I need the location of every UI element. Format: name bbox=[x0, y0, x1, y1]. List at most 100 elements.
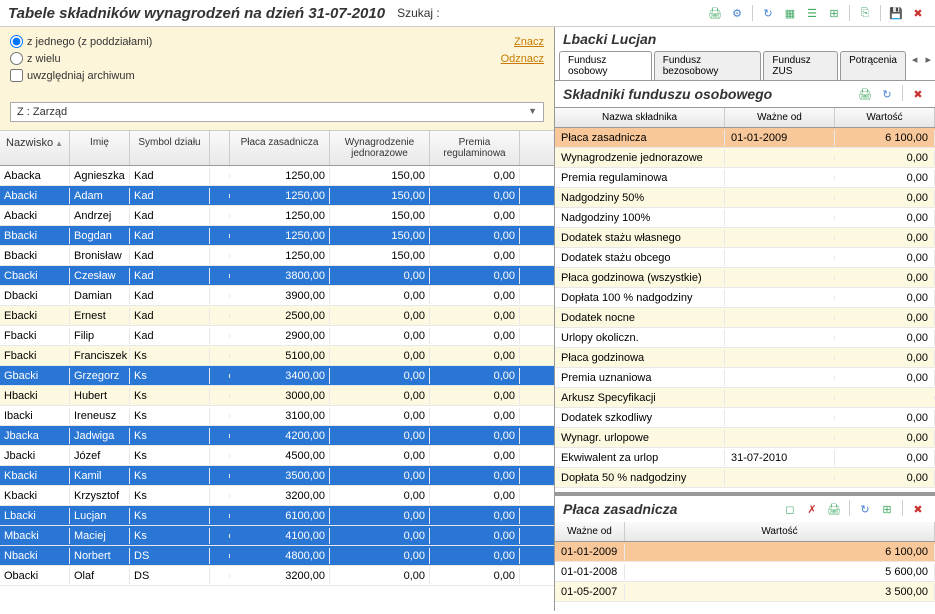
col-comp-value[interactable]: Wartość bbox=[835, 108, 935, 127]
detail-header: Ważne od Wartość bbox=[555, 522, 935, 542]
detail-row[interactable]: 01-05-20073 500,00 bbox=[555, 582, 935, 602]
print-icon[interactable]: 🖨 bbox=[706, 4, 724, 22]
print-icon[interactable]: 🖨 bbox=[856, 85, 874, 103]
grid-icon[interactable]: ▦ bbox=[781, 4, 799, 22]
component-row[interactable]: Płaca zasadnicza01-01-20096 100,00 bbox=[555, 128, 935, 148]
component-row[interactable]: Ekwiwalent za urlop31-07-20100,00 bbox=[555, 448, 935, 468]
table-row[interactable]: FbackiFilipKad2900,000,000,00 bbox=[0, 326, 554, 346]
tabs: Fundusz osobowy Fundusz bezosobowy Fundu… bbox=[555, 51, 935, 81]
component-row[interactable]: Dodatek stażu własnego0,00 bbox=[555, 228, 935, 248]
tab-fundusz-bezosobowy[interactable]: Fundusz bezosobowy bbox=[654, 51, 762, 80]
copy-icon[interactable]: ⎘ bbox=[856, 4, 874, 22]
refresh-icon[interactable]: ↻ bbox=[878, 85, 896, 103]
detail-row[interactable]: 01-01-20085 600,00 bbox=[555, 562, 935, 582]
table-row[interactable]: KbackiKamilKs3500,000,000,00 bbox=[0, 466, 554, 486]
table-row[interactable]: ObackiOlafDS3200,000,000,00 bbox=[0, 566, 554, 586]
table-row[interactable]: AbackaAgnieszkaKad1250,00150,000,00 bbox=[0, 166, 554, 186]
table-row[interactable]: NbackiNorbertDS4800,000,000,00 bbox=[0, 546, 554, 566]
tab-fundusz-zus[interactable]: Fundusz ZUS bbox=[763, 51, 838, 80]
close-icon[interactable]: ✖ bbox=[909, 85, 927, 103]
table-row[interactable]: BbackiBogdanKad1250,00150,000,00 bbox=[0, 226, 554, 246]
component-row[interactable]: Dodatek stażu obcego0,00 bbox=[555, 248, 935, 268]
component-row[interactable]: Dodatek szkodliwy0,00 bbox=[555, 408, 935, 428]
table-icon[interactable]: ⊞ bbox=[825, 4, 843, 22]
component-row[interactable]: Premia uznaniowa0,00 bbox=[555, 368, 935, 388]
grid-body[interactable]: AbackaAgnieszkaKad1250,00150,000,00Aback… bbox=[0, 166, 554, 611]
col-symbol[interactable]: Symbol działu bbox=[130, 131, 210, 165]
radio-multi-label: z wielu bbox=[27, 53, 61, 65]
detail-row[interactable]: 01-01-20096 100,00 bbox=[555, 542, 935, 562]
tab-potracenia[interactable]: Potrącenia bbox=[840, 51, 906, 80]
section-components-title: Składniki funduszu osobowego bbox=[563, 86, 772, 102]
table-row[interactable]: JbackaJadwigaKs4200,000,000,00 bbox=[0, 426, 554, 446]
tab-fundusz-osobowy[interactable]: Fundusz osobowy bbox=[559, 51, 652, 80]
component-row[interactable]: Dopłata 50 % nadgodziny0,00 bbox=[555, 468, 935, 488]
separator bbox=[752, 5, 753, 21]
detail-body[interactable]: 01-01-20096 100,0001-01-20085 600,0001-0… bbox=[555, 542, 935, 602]
component-row[interactable]: Nadgodziny 50%0,00 bbox=[555, 188, 935, 208]
gear-icon[interactable]: ⚙ bbox=[728, 4, 746, 22]
component-row[interactable]: Płaca godzinowa0,00 bbox=[555, 348, 935, 368]
radio-multi[interactable] bbox=[10, 52, 23, 65]
refresh-icon[interactable]: ↻ bbox=[759, 4, 777, 22]
save-icon[interactable]: 💾 bbox=[887, 4, 905, 22]
mark-link[interactable]: Znacz bbox=[514, 36, 544, 48]
components-body[interactable]: Płaca zasadnicza01-01-20096 100,00Wynagr… bbox=[555, 128, 935, 488]
print-icon[interactable]: 🖨 bbox=[825, 500, 843, 518]
col-imie[interactable]: Imię bbox=[70, 131, 130, 165]
tab-prev-icon[interactable]: ◂ bbox=[908, 51, 922, 80]
archive-checkbox[interactable] bbox=[10, 69, 23, 82]
col-detail-date[interactable]: Ważne od bbox=[555, 522, 625, 541]
separator bbox=[849, 5, 850, 21]
tab-next-icon[interactable]: ▸ bbox=[921, 51, 935, 80]
separator bbox=[902, 500, 903, 516]
radio-single[interactable] bbox=[10, 35, 23, 48]
col-comp-date[interactable]: Ważne od bbox=[725, 108, 835, 127]
col-gap bbox=[210, 131, 230, 165]
table-row[interactable]: DbackiDamianKad3900,000,000,00 bbox=[0, 286, 554, 306]
table-row[interactable]: LbackiLucjanKs6100,000,000,00 bbox=[0, 506, 554, 526]
table-row[interactable]: BbackiBronisławKad1250,00150,000,00 bbox=[0, 246, 554, 266]
new-icon[interactable]: ◻ bbox=[781, 500, 799, 518]
table-row[interactable]: AbackiAndrzejKad1250,00150,000,00 bbox=[0, 206, 554, 226]
separator bbox=[880, 5, 881, 21]
table-row[interactable]: FbackiFranciszekKs5100,000,000,00 bbox=[0, 346, 554, 366]
archive-label: uwzględniaj archiwum bbox=[27, 70, 135, 82]
close-icon[interactable]: ✖ bbox=[909, 500, 927, 518]
separator bbox=[849, 500, 850, 516]
table-row[interactable]: GbackiGrzegorzKs3400,000,000,00 bbox=[0, 366, 554, 386]
table-row[interactable]: EbackiErnestKad2500,000,000,00 bbox=[0, 306, 554, 326]
component-row[interactable]: Nadgodziny 100%0,00 bbox=[555, 208, 935, 228]
table-icon[interactable]: ⊞ bbox=[878, 500, 896, 518]
refresh-icon[interactable]: ↻ bbox=[856, 500, 874, 518]
table-row[interactable]: JbackiJózefKs4500,000,000,00 bbox=[0, 446, 554, 466]
component-row[interactable]: Premia regulaminowa0,00 bbox=[555, 168, 935, 188]
component-row[interactable]: Dodatek nocne0,00 bbox=[555, 308, 935, 328]
table-row[interactable]: CbackiCzesławKad3800,000,000,00 bbox=[0, 266, 554, 286]
department-select[interactable]: Z : Zarząd bbox=[10, 102, 544, 122]
col-wynagr[interactable]: Wynagrodzenie jednorazowe bbox=[330, 131, 430, 165]
col-nazwisko[interactable]: Nazwisko▲ bbox=[0, 131, 70, 165]
table-row[interactable]: IbackiIreneuszKs3100,000,000,00 bbox=[0, 406, 554, 426]
component-row[interactable]: Dopłata 100 % nadgodziny0,00 bbox=[555, 288, 935, 308]
col-placa[interactable]: Płaca zasadnicza bbox=[230, 131, 330, 165]
table-row[interactable]: HbackiHubertKs3000,000,000,00 bbox=[0, 386, 554, 406]
col-premia[interactable]: Premia regulaminowa bbox=[430, 131, 520, 165]
delete-icon[interactable]: ✗ bbox=[803, 500, 821, 518]
search-label: Szukaj : bbox=[397, 6, 440, 20]
table-row[interactable]: KbackiKrzysztofKs3200,000,000,00 bbox=[0, 486, 554, 506]
col-detail-value[interactable]: Wartość bbox=[625, 522, 935, 541]
component-row[interactable]: Wynagr. urlopowe0,00 bbox=[555, 428, 935, 448]
col-comp-name[interactable]: Nazwa składnika bbox=[555, 108, 725, 127]
component-row[interactable]: Urlopy okoliczn.0,00 bbox=[555, 328, 935, 348]
component-row[interactable]: Arkusz Specyfikacji bbox=[555, 388, 935, 408]
unmark-link[interactable]: Odznacz bbox=[501, 53, 544, 65]
sort-asc-icon: ▲ bbox=[55, 139, 63, 148]
grid-header: Nazwisko▲ Imię Symbol działu Płaca zasad… bbox=[0, 131, 554, 166]
list-icon[interactable]: ☰ bbox=[803, 4, 821, 22]
close-icon[interactable]: ✖ bbox=[909, 4, 927, 22]
table-row[interactable]: MbackiMaciejKs4100,000,000,00 bbox=[0, 526, 554, 546]
table-row[interactable]: AbackiAdamKad1250,00150,000,00 bbox=[0, 186, 554, 206]
component-row[interactable]: Wynagrodzenie jednorazowe0,00 bbox=[555, 148, 935, 168]
component-row[interactable]: Płaca godzinowa (wszystkie)0,00 bbox=[555, 268, 935, 288]
